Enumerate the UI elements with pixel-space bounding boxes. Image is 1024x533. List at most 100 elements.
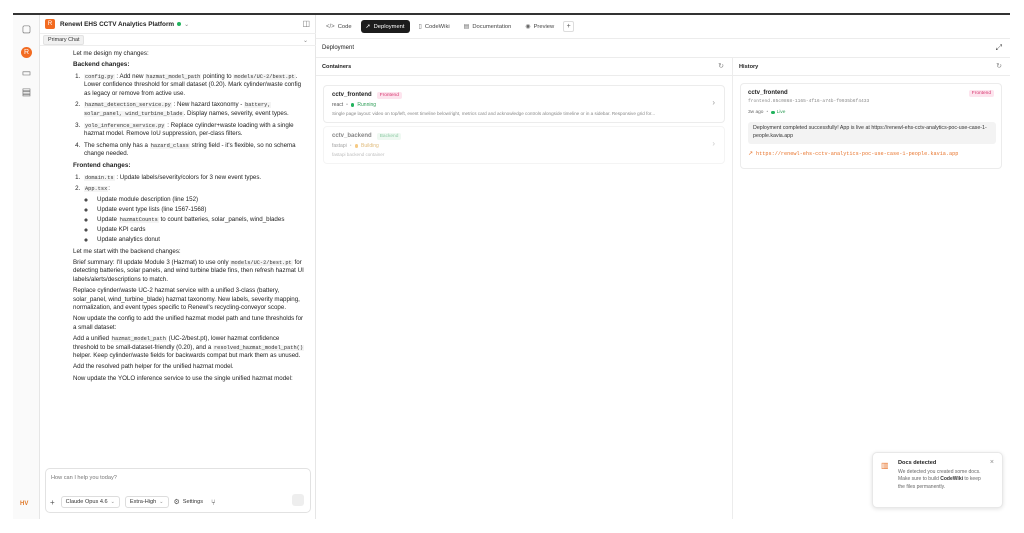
message-span: Add a unified bbox=[73, 335, 110, 343]
tab-preview[interactable]: ◉ Preview bbox=[520, 20, 559, 33]
status-dot bbox=[350, 103, 355, 107]
model-select[interactable]: Claude Opus 4.6 ⌄ bbox=[60, 496, 120, 508]
docs-toast: ▥ Docs detected We detected you created … bbox=[872, 452, 1003, 508]
app-tsx-sublist: Update module description (line 152) Upd… bbox=[95, 196, 304, 245]
history-entry[interactable]: cctv_frontend Frontend frontend.85c0868-… bbox=[740, 83, 1002, 169]
list-item: App.tsx: Update module description (line… bbox=[82, 185, 304, 245]
inline-code: yolo_inference_service.py bbox=[84, 122, 166, 129]
prompt-input[interactable] bbox=[51, 473, 291, 483]
container-name-text: cctv_backend bbox=[332, 133, 372, 139]
list-item: domain.ts : Update labels/severity/color… bbox=[82, 174, 304, 183]
panel-icon[interactable]: ▢ bbox=[20, 23, 33, 36]
list-item: config.py : Add new hazmat_model_path po… bbox=[82, 73, 304, 99]
chat-icon[interactable]: ▭ bbox=[20, 67, 33, 80]
project-name[interactable]: Renewl EHS CCTV Analytics Platform bbox=[60, 21, 174, 28]
container-description: Single page layout: video on top/left, e… bbox=[332, 111, 656, 116]
deployment-link[interactable]: ↗ https://renewl-ehs-cctv-analytics-poc-… bbox=[748, 150, 958, 158]
sliders-icon: ⚙ bbox=[173, 499, 180, 506]
status-dot bbox=[354, 144, 358, 148]
message-span: helper. Keep cylinder/waste fields for b… bbox=[73, 352, 301, 360]
settings-button[interactable]: ⚙ Settings bbox=[174, 498, 204, 506]
tab-primary-chat[interactable]: Primary Chat bbox=[43, 34, 85, 45]
chat-composer: + Claude Opus 4.6⌄ Extra-High⌄ ⚙Settings… bbox=[45, 468, 311, 513]
status-badge: Running bbox=[357, 102, 377, 108]
sublist-item: Update hazmatCounts to count batteries, … bbox=[95, 216, 304, 225]
chevron-down-icon: ⌄ bbox=[159, 499, 164, 505]
inline-code: hazmat_detection_service.py bbox=[84, 102, 172, 109]
history-tag-badge: Frontend bbox=[968, 90, 994, 97]
message-span: Brief summary: I'll update Module 3 (Haz… bbox=[73, 258, 229, 266]
effort-select[interactable]: Extra-High ⌄ bbox=[124, 496, 169, 508]
branch-icon[interactable]: ⑂ bbox=[211, 498, 216, 507]
container-card-frontend[interactable]: cctv_frontend Frontend react • Running Si… bbox=[323, 85, 725, 123]
brand-initial: R bbox=[23, 49, 30, 56]
status-dot bbox=[771, 110, 775, 115]
tab-label: Code bbox=[337, 23, 352, 30]
container-tag-badge: Frontend bbox=[376, 92, 402, 99]
chat-panel: R Renewl EHS CCTV Analytics Platform ⌄ ◫… bbox=[40, 15, 316, 519]
containers-header: Containers ↻ bbox=[316, 58, 732, 76]
layout-toggle-icon[interactable]: ◫ bbox=[302, 19, 310, 28]
chevron-down-icon[interactable]: ⌄ bbox=[303, 37, 308, 44]
refresh-icon[interactable]: ↻ bbox=[718, 62, 724, 70]
eye-icon: ◉ bbox=[525, 24, 531, 30]
inline-code: domain.ts bbox=[84, 174, 115, 181]
deployment-url[interactable]: https://renewl-ehs-cctv-analytics-poc-us… bbox=[756, 151, 958, 157]
rocket-icon: ➚ bbox=[365, 24, 371, 30]
deployment-header: Deployment ⤢ bbox=[316, 39, 1010, 58]
chevron-down-icon[interactable]: ⌄ bbox=[184, 21, 189, 28]
container-name: cctv_frontend Frontend bbox=[332, 92, 402, 99]
inline-code: models/UC-2/best.pt bbox=[233, 73, 296, 80]
deployment-message: Deployment completed successfully! App i… bbox=[748, 122, 996, 144]
send-button[interactable] bbox=[292, 494, 304, 506]
codewiki-link[interactable]: CodeWiki bbox=[940, 476, 963, 482]
inline-code: hazmat_model_path bbox=[110, 336, 167, 343]
add-attachment-icon[interactable]: + bbox=[50, 498, 55, 507]
history-container-name: cctv_frontend bbox=[748, 90, 788, 96]
tab-deployment[interactable]: ➚ Deployment bbox=[360, 20, 410, 33]
tab-code[interactable]: </> Code bbox=[321, 21, 357, 33]
status-badge: Live bbox=[776, 110, 786, 115]
list-text: Update bbox=[97, 216, 117, 223]
history-panel: History ↻ cctv_frontend Frontend fronten… bbox=[733, 58, 1010, 519]
inline-code: hazmatCounts bbox=[118, 217, 159, 223]
page-title: Deployment bbox=[322, 45, 355, 51]
chevron-right-icon[interactable]: › bbox=[712, 98, 715, 107]
inline-code: App.tsx bbox=[84, 186, 109, 193]
sublist-item: Update analytics donut bbox=[95, 236, 304, 245]
message-text: Brief summary: I'll update Module 3 (Haz… bbox=[73, 259, 304, 285]
list-text: : Update labels/severity/colors for 3 ne… bbox=[116, 173, 262, 181]
external-link-icon: ↗ bbox=[748, 151, 754, 157]
message-text: Add the resolved path helper for the uni… bbox=[73, 363, 234, 371]
tab-codewiki[interactable]: ▯ CodeWiki bbox=[414, 20, 455, 33]
list-text: : New hazard taxonomy - bbox=[173, 101, 243, 109]
briefcase-icon[interactable]: ▤ bbox=[20, 86, 33, 99]
container-card-backend[interactable]: cctv_backend Backend fastapi • Building f… bbox=[323, 126, 725, 164]
avatar-icon[interactable]: R bbox=[21, 47, 32, 58]
close-icon[interactable]: × bbox=[990, 459, 994, 466]
deployment-id: frontend.85c0868-1165-4f16-a74b-f9935b6f… bbox=[748, 99, 870, 104]
left-rail: ▢ R ▭ ▤ HV bbox=[13, 15, 40, 519]
containers-title: Containers bbox=[322, 64, 352, 70]
inline-code: models/UC-2/best.pt bbox=[230, 259, 293, 266]
refresh-icon[interactable]: ↻ bbox=[996, 62, 1002, 70]
message-text: Now update the YOLO inference service to… bbox=[73, 374, 293, 382]
add-tab-button[interactable]: + bbox=[563, 21, 575, 32]
book-icon: ▥ bbox=[881, 461, 889, 470]
inline-code: hazard_class bbox=[149, 142, 190, 149]
sublist-item: Update module description (line 152) bbox=[95, 196, 304, 205]
containers-panel: Containers ↻ cctv_frontend Frontend react… bbox=[316, 58, 733, 519]
book-icon: ▯ bbox=[418, 24, 422, 30]
user-initials[interactable]: HV bbox=[20, 501, 28, 507]
container-description: fastapi backend container bbox=[332, 152, 385, 157]
list-text: . Display names, severity, event types. bbox=[183, 110, 289, 118]
toast-title: Docs detected bbox=[898, 460, 937, 466]
frontend-list: domain.ts : Update labels/severity/color… bbox=[82, 174, 304, 245]
tab-documentation[interactable]: ▤ Documentation bbox=[459, 20, 517, 33]
container-name: cctv_backend Backend bbox=[332, 133, 402, 140]
chevron-right-icon[interactable]: › bbox=[712, 139, 715, 148]
expand-icon[interactable]: ⤢ bbox=[996, 43, 1002, 53]
meta-separator: • bbox=[346, 102, 348, 108]
tab-label: Preview bbox=[533, 23, 555, 30]
composer-toolbar: + Claude Opus 4.6 ⌄ Extra-High ⌄ ⚙ Settings… bbox=[50, 495, 216, 509]
